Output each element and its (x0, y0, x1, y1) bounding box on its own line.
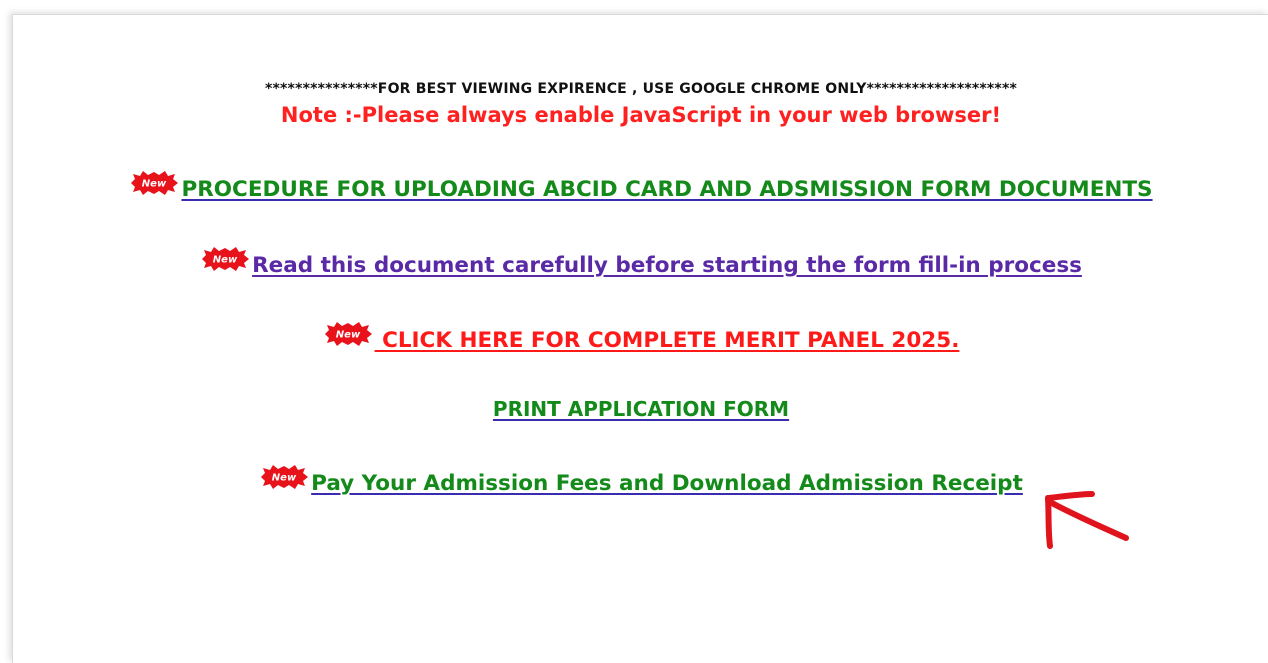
new-badge-label: New (213, 255, 238, 266)
new-burst-icon: New (200, 247, 250, 271)
new-badge-label: New (272, 473, 297, 484)
pay-fees-link[interactable]: Pay Your Admission Fees and Download Adm… (311, 471, 1023, 496)
procedure-upload-link[interactable]: PROCEDURE FOR UPLOADING ABCID CARD AND A… (181, 177, 1152, 202)
new-badge-label: New (335, 330, 360, 341)
page-content-area: ***************FOR BEST VIEWING EXPIRENC… (12, 14, 1268, 663)
merit-panel-row: New CLICK HERE FOR COMPLETE MERIT PANEL … (13, 322, 1268, 353)
javascript-note: Note :-Please always enable JavaScript i… (280, 103, 1002, 127)
browser-warning: ***************FOR BEST VIEWING EXPIRENC… (264, 81, 1017, 97)
red-arrow-annotation (1045, 491, 1129, 549)
read-document-row: New Read this document carefully before … (13, 247, 1268, 278)
print-application-link[interactable]: PRINT APPLICATION FORM (493, 397, 789, 421)
print-application-row: PRINT APPLICATION FORM (13, 397, 1268, 421)
new-burst-icon: New (129, 171, 179, 195)
new-burst-icon: New (259, 465, 309, 489)
procedure-row: New PROCEDURE FOR UPLOADING ABCID CARD A… (13, 171, 1268, 202)
merit-panel-link[interactable]: CLICK HERE FOR COMPLETE MERIT PANEL 2025… (375, 328, 959, 353)
read-document-link[interactable]: Read this document carefully before star… (252, 253, 1082, 278)
browser-viewport: ***************FOR BEST VIEWING EXPIRENC… (0, 0, 1268, 663)
new-burst-icon: New (323, 322, 373, 346)
new-badge-label: New (142, 179, 167, 190)
